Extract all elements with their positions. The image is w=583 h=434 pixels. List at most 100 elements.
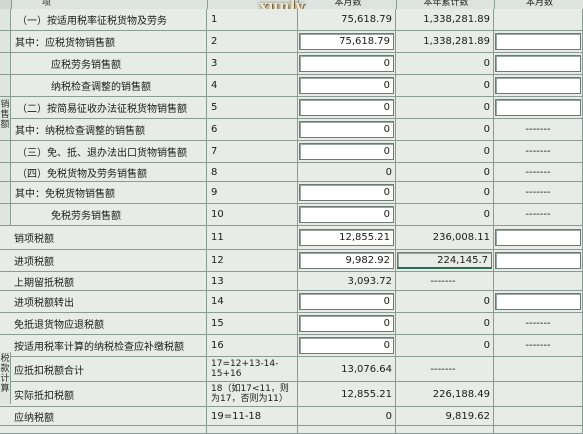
column3-input[interactable] [495,293,581,310]
current-month-value: 75,618.79 [298,9,396,31]
form-row: （一）按适用税率征税货物及劳务 1 75,618.79 1,338,281.89 [0,9,583,31]
current-month-input[interactable]: 0 [299,206,394,223]
year-total-value: 9,819.62 [396,407,494,426]
year-total-input[interactable]: 224,145.7 [397,252,492,269]
form-row: 其中：应税货物销售额 2 75,618.79 1,338,281.89 [0,31,583,53]
form-row: 其中：纳税检查调整的销售额 6 0 0 ------- [0,119,583,141]
form-row: 应抵扣税额合计 17=12+13-14-15+16 13,076.64 ----… [0,357,583,382]
current-month-value: 0 [298,163,396,182]
row-number: 13 [207,272,298,291]
column3-placeholder: ------- [494,335,583,357]
year-total-value: 226,188.49 [396,382,494,407]
row-number: 7 [207,141,298,163]
year-total-value: 236,008.11 [396,226,494,250]
row-label: （一）按适用税率征税货物及劳务 [11,9,207,31]
year-total-value: 0 [396,291,494,313]
row-number: 15 [207,313,298,335]
year-total-value: 1,338,281.89 [396,31,494,53]
current-month-input[interactable]: 0 [299,184,394,201]
column3-placeholder: ------- [494,204,583,226]
row-number: 16 [207,335,298,357]
column3-placeholder: ------- [494,119,583,141]
row-number: 19=11-18 [207,407,298,426]
form-row: （三）免、抵、退办法出口货物销售额 7 0 0 ------- [0,141,583,163]
column3-input[interactable] [495,55,581,72]
row-number: 18（如17<11，则为17，否则为11） [207,382,298,407]
row-label: 应纳税额 [0,407,207,426]
column3-placeholder: ------- [494,163,583,182]
vat-return-form: 项 本月数 本年累计数 本月数 xunlv （一）按适用税率征税货物及劳务 1 … [0,0,583,434]
row-label: （二）按简易征收办法征税货物销售额 [11,97,207,119]
row-number: 11 [207,226,298,250]
form-row: 进项税额 12 9,982.92 224,145.7 [0,250,583,272]
row-number: 4 [207,75,298,97]
year-total-placeholder: ------- [396,272,494,291]
form-row: 免抵退货物应退税额 15 0 0 ------- [0,313,583,335]
row-label: 销项税额 [0,226,207,250]
row-number: 5 [207,97,298,119]
row-label: 进项税额转出 [0,291,207,313]
column3-input[interactable] [495,99,581,116]
column3-input[interactable] [495,77,581,94]
year-total-value: 0 [396,313,494,335]
current-month-input[interactable]: 0 [299,99,394,116]
row-label: 上期留抵税额 [0,272,207,291]
row-label: 其中：应税货物销售额 [11,31,207,53]
current-month-input[interactable]: 0 [299,121,394,138]
form-row: 纳税检查调整的销售额 4 0 0 [0,75,583,97]
form-row-partial [0,426,583,434]
row-number: 12 [207,250,298,272]
row-label: 应抵扣税额合计 [0,357,207,382]
current-month-input[interactable]: 12,855.21 [299,229,394,246]
form-row: （四）免税货物及劳务销售额 8 0 0 ------- [0,163,583,182]
current-month-value: 3,093.72 [298,272,396,291]
year-total-value: 0 [396,119,494,141]
column3-input[interactable] [495,252,581,269]
row-number: 10 [207,204,298,226]
row-number: 2 [207,31,298,53]
current-month-input[interactable]: 0 [299,77,394,94]
form-row: 其中：免税货物销售额 9 0 0 ------- [0,182,583,204]
column3-placeholder: ------- [494,141,583,163]
current-month-input[interactable]: 0 [299,143,394,160]
form-row: 应纳税额 19=11-18 0 9,819.62 [0,407,583,426]
section-label-sales: 销售额 [0,98,11,140]
row-number: 3 [207,53,298,75]
row-number: 14 [207,291,298,313]
form-row: 进项税额转出 14 0 0 [0,291,583,313]
form-row: 上期留抵税额 13 3,093.72 ------- [0,272,583,291]
year-total-value: 0 [396,75,494,97]
row-number: 17=12+13-14-15+16 [207,357,298,382]
form-row: 免税劳务销售额 10 0 0 ------- [0,204,583,226]
row-label: 免抵退货物应退税额 [0,313,207,335]
row-number: 8 [207,163,298,182]
column3-input[interactable] [495,33,581,50]
current-month-value: 13,076.64 [298,357,396,382]
current-month-input[interactable]: 0 [299,55,394,72]
row-number: 9 [207,182,298,204]
form-row: （二）按简易征收办法征税货物销售额 5 0 0 [0,97,583,119]
year-total-value: 0 [396,141,494,163]
row-label: 纳税检查调整的销售额 [11,75,207,97]
year-total-value: 0 [396,53,494,75]
row-label: （三）免、抵、退办法出口货物销售额 [11,141,207,163]
column3-input[interactable] [495,229,581,246]
current-month-input[interactable]: 75,618.79 [299,33,394,50]
year-total-value: 0 [396,204,494,226]
current-month-value: 0 [298,407,396,426]
form-row: 按适用税率计算的纳税检查应补缴税额 16 0 0 ------- [0,335,583,357]
form-row: 应税劳务销售额 3 0 0 [0,53,583,75]
section-label-tax: 税款计算 [0,352,11,404]
column3-placeholder: ------- [494,182,583,204]
year-total-value: 1,338,281.89 [396,9,494,31]
year-total-value: 0 [396,182,494,204]
row-label: 按适用税率计算的纳税检查应补缴税额 [0,335,207,357]
year-total-placeholder: ------- [396,357,494,382]
current-month-input[interactable]: 0 [299,293,394,310]
current-month-input[interactable]: 0 [299,315,394,332]
row-number: 6 [207,119,298,141]
row-label: 其中：免税货物销售额 [11,182,207,204]
current-month-input[interactable]: 0 [299,337,394,354]
current-month-input[interactable]: 9,982.92 [299,252,394,269]
year-total-value: 0 [396,335,494,357]
